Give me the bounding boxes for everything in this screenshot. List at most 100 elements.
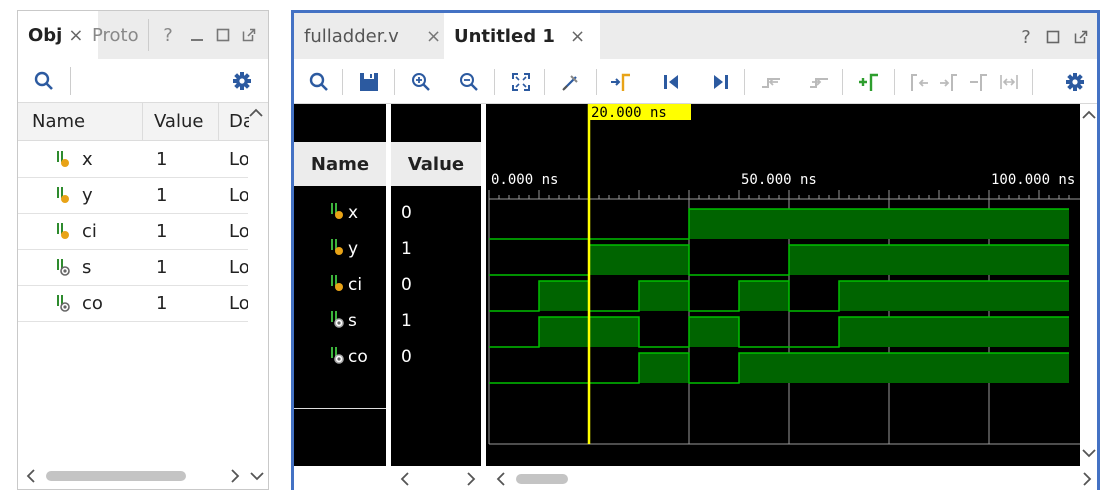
input-port-icon — [330, 201, 344, 221]
save-icon[interactable] — [354, 67, 384, 97]
tab-protocols[interactable]: Proto — [92, 11, 148, 59]
next-transition-icon[interactable] — [804, 67, 834, 97]
maximize-icon[interactable] — [212, 23, 234, 47]
table-row[interactable]: co 1 Lo — [18, 285, 248, 322]
waveform-high-fill — [689, 317, 739, 347]
go-to-end-icon[interactable] — [706, 67, 736, 97]
name-column-header[interactable]: Name — [294, 142, 386, 186]
horizontal-scrollbar[interactable] — [18, 463, 268, 489]
cursor-time-label: 20.000 ns — [591, 105, 667, 121]
scroll-left-icon[interactable] — [494, 471, 508, 487]
input-port-icon — [56, 221, 70, 241]
go-to-cursor-icon[interactable] — [606, 67, 636, 97]
table-row[interactable]: ci 1 Lo — [18, 213, 248, 250]
object-data-type: Lo — [229, 184, 248, 206]
waveform-high-fill — [589, 245, 689, 275]
next-marker-icon[interactable] — [934, 67, 964, 97]
tab-objects[interactable]: Obj × — [18, 11, 98, 59]
signal-row[interactable]: ci — [294, 267, 386, 303]
scroll-up-icon[interactable] — [1080, 108, 1097, 122]
maximize-icon[interactable] — [1042, 25, 1064, 49]
tab-untitled-close-icon[interactable]: × — [570, 26, 585, 47]
column-header-value[interactable]: Value — [154, 103, 203, 140]
scroll-left-icon[interactable] — [398, 471, 412, 487]
object-data-type: Lo — [229, 292, 248, 314]
output-port-icon — [330, 309, 344, 329]
scroll-left-icon[interactable] — [24, 467, 38, 485]
scrollbar-thumb[interactable] — [46, 471, 186, 481]
search-icon[interactable] — [304, 67, 334, 97]
waveform-high-fill — [739, 281, 789, 311]
zoom-in-icon[interactable] — [406, 67, 436, 97]
column-divider — [142, 103, 143, 141]
gear-icon[interactable] — [1060, 67, 1090, 97]
waveform-high-fill — [639, 353, 689, 383]
object-name: x — [82, 148, 93, 170]
tab-fulladder-close-icon[interactable]: × — [426, 26, 441, 47]
tab-divider — [148, 19, 149, 51]
scroll-down-icon[interactable] — [1080, 446, 1097, 460]
previous-marker-icon[interactable] — [904, 67, 934, 97]
scroll-up-icon[interactable] — [247, 103, 265, 123]
swap-markers-icon[interactable] — [964, 67, 994, 97]
tab-fulladder-label: fulladder.v — [304, 25, 399, 47]
float-icon[interactable] — [1070, 25, 1092, 49]
object-data-type: Lo — [229, 148, 248, 170]
waveform-high-fill — [839, 281, 1069, 311]
minimize-icon[interactable] — [186, 23, 208, 47]
signal-row[interactable]: x — [294, 195, 386, 231]
float-icon[interactable] — [238, 23, 260, 47]
help-icon[interactable]: ? — [1016, 25, 1036, 49]
table-row[interactable]: x 1 Lo — [18, 141, 248, 178]
waveform-canvas[interactable]: 0.000 ns 50.000 ns 100.000 ns 20.000 ns — [486, 104, 1080, 466]
help-icon[interactable]: ? — [158, 23, 178, 47]
scroll-down-icon[interactable] — [248, 467, 266, 485]
table-row[interactable]: y 1 Lo — [18, 177, 248, 214]
vertical-scrollbar[interactable] — [1080, 104, 1097, 466]
scrollbar-thumb[interactable] — [516, 474, 568, 484]
scroll-right-icon[interactable] — [1080, 471, 1094, 487]
tab-fulladder[interactable]: fulladder.v × — [294, 13, 454, 59]
object-name: co — [82, 292, 103, 314]
signal-row[interactable]: s — [294, 303, 386, 339]
previous-transition-icon[interactable] — [756, 67, 786, 97]
zoom-fit-icon[interactable] — [506, 67, 536, 97]
object-name: y — [82, 184, 93, 206]
signal-name: ci — [348, 275, 363, 295]
table-row[interactable]: s 1 Lo — [18, 249, 248, 286]
signal-value: 0 — [401, 275, 412, 295]
go-to-start-icon[interactable] — [656, 67, 686, 97]
object-value: 1 — [156, 292, 168, 314]
waveform-area: Name x y ci s co Value 0 1 0 1 0 0.000 n… — [294, 104, 1097, 490]
signal-row[interactable]: y — [294, 231, 386, 267]
toolbar-divider — [842, 69, 843, 95]
signal-name: co — [348, 347, 368, 367]
value-column-header[interactable]: Value — [391, 142, 481, 186]
signal-name: s — [348, 311, 357, 331]
gear-icon[interactable] — [230, 69, 254, 93]
toolbar-divider — [342, 69, 343, 95]
waveform-window: fulladder.v × Untitled 1 × ? Name x y ci… — [291, 10, 1100, 490]
toolbar-divider — [744, 69, 745, 95]
waveform-high-fill — [789, 245, 1069, 275]
scroll-right-icon[interactable] — [228, 467, 242, 485]
output-port-icon — [56, 257, 70, 277]
zoom-out-icon[interactable] — [454, 67, 484, 97]
signal-names-column: Name x y ci s co — [294, 104, 386, 466]
object-data-type: Lo — [229, 220, 248, 242]
input-port-icon — [330, 237, 344, 257]
output-port-icon — [56, 293, 70, 313]
signal-row[interactable]: co — [294, 339, 386, 375]
input-port-icon — [56, 185, 70, 205]
scroll-right-icon[interactable] — [464, 471, 478, 487]
object-value: 1 — [156, 220, 168, 242]
search-icon[interactable] — [32, 69, 56, 93]
column-header-name[interactable]: Name — [32, 103, 85, 140]
tab-untitled[interactable]: Untitled 1 × — [444, 13, 600, 59]
time-tick-label: 0.000 ns — [491, 172, 558, 188]
column-header-data-type[interactable]: Da — [229, 103, 249, 140]
delta-icon[interactable] — [994, 67, 1024, 97]
tab-objects-close-icon[interactable]: × — [68, 25, 83, 46]
add-marker-icon[interactable] — [854, 67, 884, 97]
snap-icon[interactable] — [556, 67, 586, 97]
